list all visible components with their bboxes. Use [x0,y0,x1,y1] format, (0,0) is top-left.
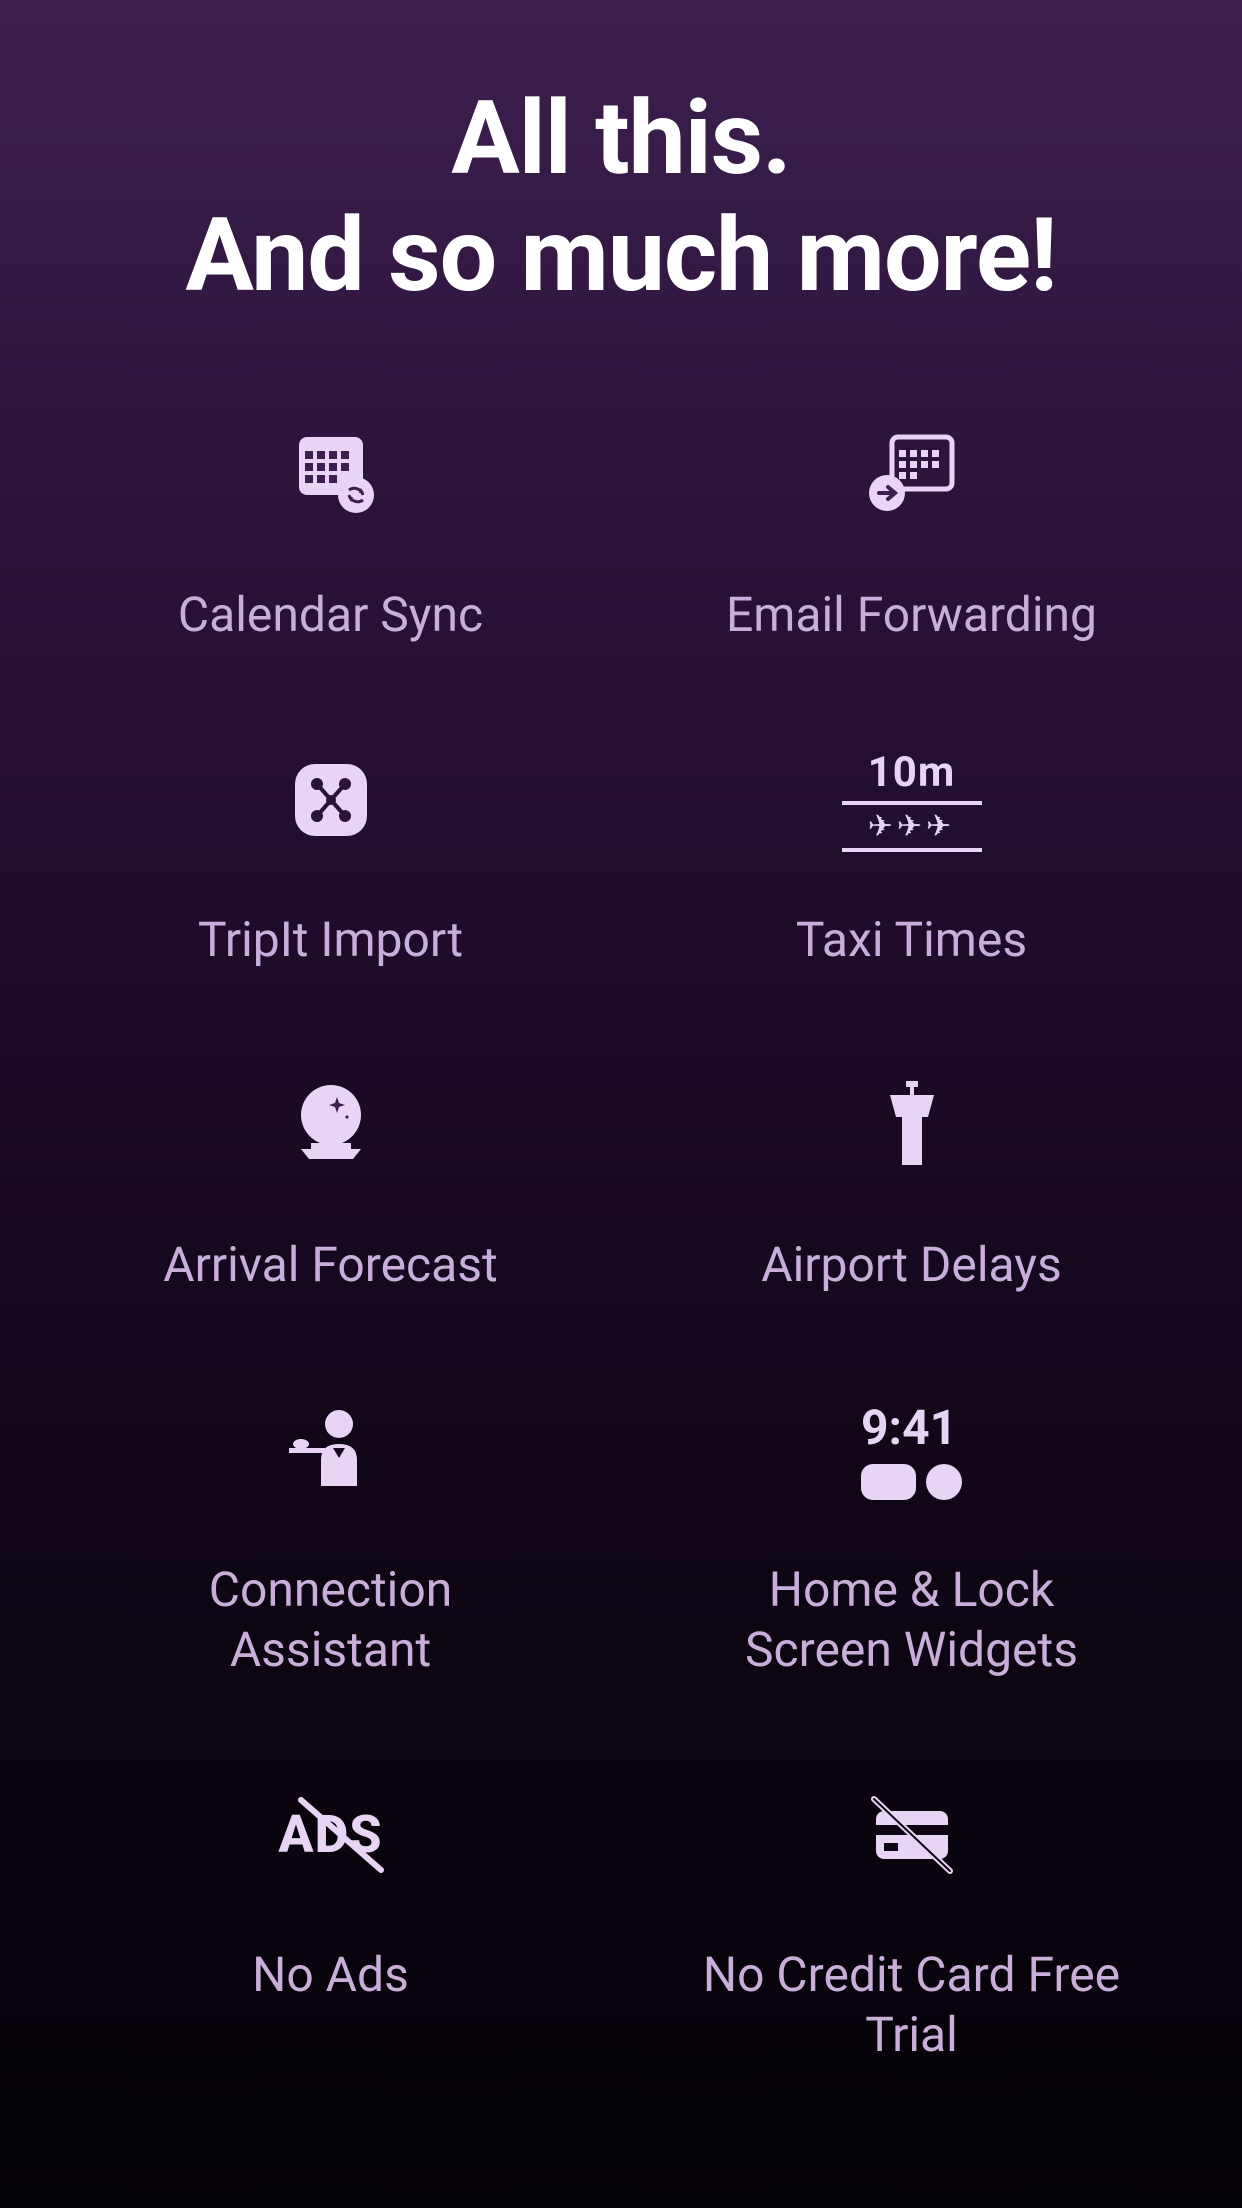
feature-label: Arrival Forecast [163,1235,498,1295]
feature-email-forwarding: Email Forwarding [641,415,1182,645]
taxi-time-value: 10m [868,748,956,797]
feature-taxi-times: 10m ✈✈✈ Taxi Times [641,740,1182,970]
feature-no-ads: ADS No Ads [60,1775,601,2065]
crystal-ball-icon [271,1065,391,1185]
taxi-times-icon: 10m ✈✈✈ [852,740,972,860]
concierge-icon [271,1390,391,1510]
feature-arrival-forecast: Arrival Forecast [60,1065,601,1295]
feature-label: No Credit Card Free Trial [702,1945,1122,2065]
calendar-sync-icon [271,415,391,535]
feature-widgets: 9:41 Home & Lock Screen Widgets [641,1390,1182,1680]
features-screen: All this. And so much more! [0,0,1242,2125]
feature-label: Connection Assistant [121,1560,541,1680]
no-ads-icon: ADS [271,1775,391,1895]
title-line-1: All this. [451,78,790,198]
feature-label: Calendar Sync [178,585,483,645]
tripit-icon [271,740,391,860]
widgets-icon: 9:41 [852,1390,972,1510]
feature-connection-assistant: Connection Assistant [60,1390,601,1680]
feature-airport-delays: Airport Delays [641,1065,1182,1295]
feature-label: Home & Lock Screen Widgets [702,1560,1122,1680]
feature-label: Taxi Times [796,910,1027,970]
feature-label: TripIt Import [198,910,463,970]
feature-no-credit-card: No Credit Card Free Trial [641,1775,1182,2065]
feature-tripit-import: TripIt Import [60,740,601,970]
email-forward-icon [852,415,972,535]
feature-calendar-sync: Calendar Sync [60,415,601,645]
feature-label: Airport Delays [761,1235,1062,1295]
feature-label: Email Forwarding [726,585,1097,645]
feature-label: No Ads [252,1945,409,2005]
control-tower-icon [852,1065,972,1185]
no-card-icon [852,1775,972,1895]
page-title: All this. And so much more! [185,80,1056,315]
features-grid: Calendar Sync [60,415,1182,2065]
widget-time: 9:41 [861,1399,957,1456]
title-line-2: And so much more! [185,195,1056,315]
